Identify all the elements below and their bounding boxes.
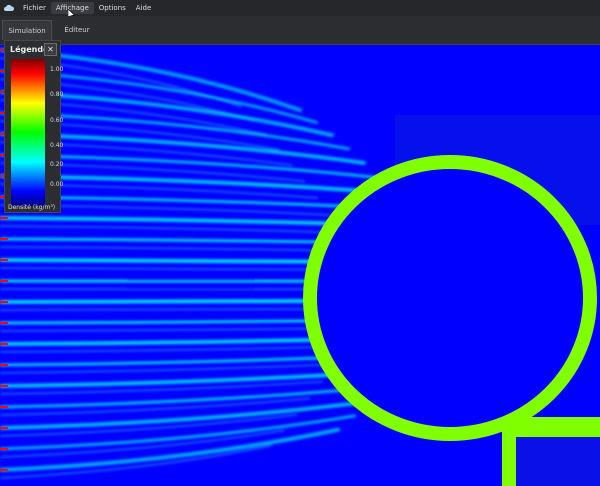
- wave-source: [0, 406, 8, 408]
- tab-simulation[interactable]: Simulation: [2, 20, 52, 40]
- wave-source: [0, 280, 8, 282]
- wave-source: [0, 238, 8, 240]
- legend-tick-0: 0.00: [50, 181, 64, 188]
- menu-aide[interactable]: Aide: [131, 2, 156, 14]
- density-field: [0, 45, 600, 486]
- cloud-icon: [3, 2, 15, 14]
- menu-fichier[interactable]: Fichier: [18, 2, 51, 14]
- legend-panel: Légende ✕ 1.00 0.80 0.60 0.40 0.20 0.00 …: [4, 40, 64, 213]
- tab-bar: Simulation Éditeur: [0, 16, 600, 45]
- wave-source: [0, 427, 8, 429]
- legend-title: Légende: [10, 45, 49, 54]
- legend-tick-0-8: 0.80: [50, 91, 64, 98]
- wave-source: [0, 364, 8, 366]
- wave-source: [0, 301, 8, 303]
- wave-source: [0, 322, 8, 324]
- wave-source: [0, 217, 8, 219]
- legend-unit: Densité (kg/m³): [8, 204, 56, 211]
- legend-tick-0-4: 0.40: [50, 142, 64, 149]
- wave-source: [0, 469, 8, 471]
- wave-source: [0, 448, 8, 450]
- circle-obstacle: [302, 155, 598, 441]
- legend-tick-0-6: 0.60: [50, 117, 64, 124]
- wave-source: [0, 385, 8, 387]
- simulation-canvas[interactable]: [0, 45, 600, 486]
- bracket-fill: [516, 437, 600, 486]
- color-scale-bar: [11, 59, 45, 206]
- tab-editeur[interactable]: Éditeur: [58, 20, 96, 39]
- menu-bar: Fichier Affichage Options Aide: [0, 0, 600, 16]
- wave-source: [0, 259, 8, 261]
- legend-tick-0-2: 0.20: [50, 161, 64, 168]
- legend-tick-1: 1.00: [50, 66, 64, 73]
- close-icon[interactable]: ✕: [44, 43, 57, 56]
- menu-options[interactable]: Options: [94, 2, 131, 14]
- wave-source: [0, 343, 8, 345]
